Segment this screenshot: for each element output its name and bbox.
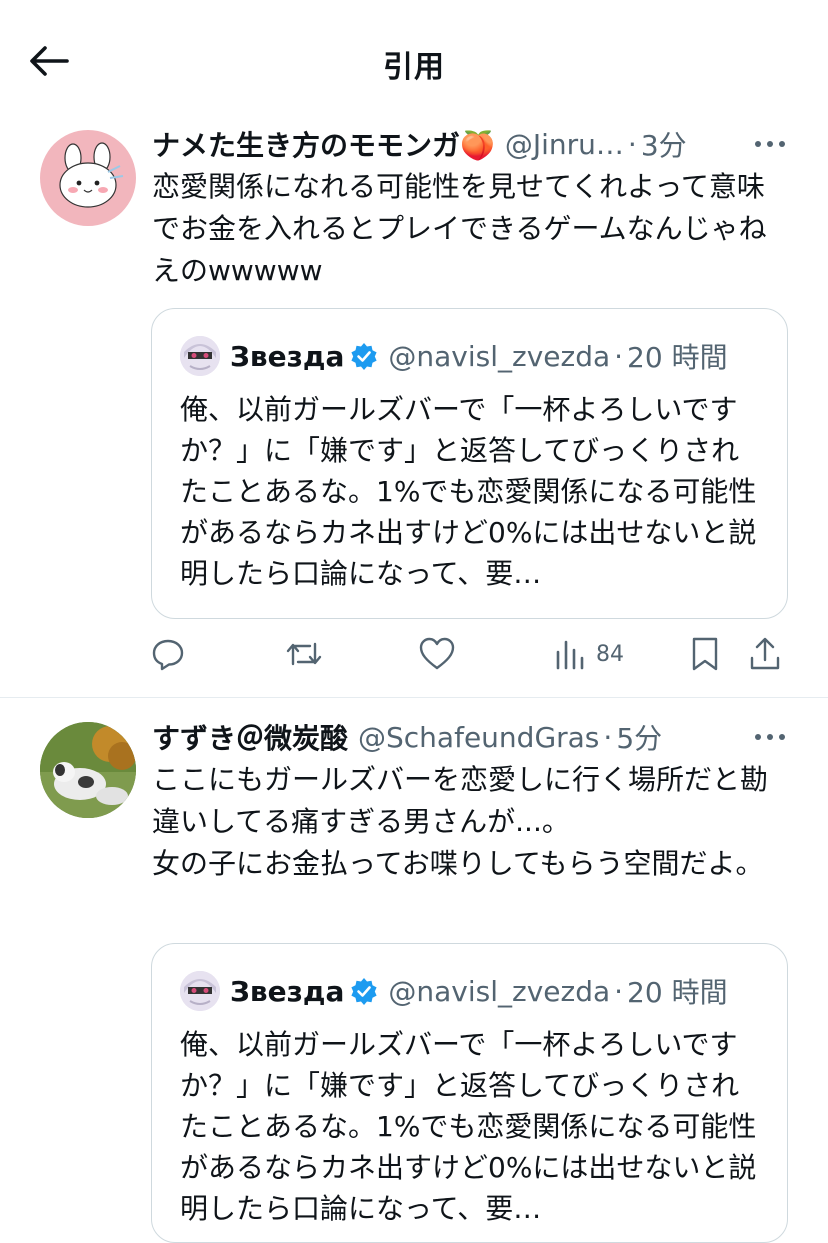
tweet-text: ここにもガールズバーを恋愛しに行く場所だと勘違いしてる痛すぎる男さんが...。 …	[152, 763, 769, 880]
separator-dot: ·	[614, 974, 624, 1008]
reply-icon	[152, 639, 184, 671]
more-dot-icon	[755, 734, 761, 740]
quoted-display-name: Звезда	[230, 339, 345, 373]
timestamp[interactable]: 5分	[616, 717, 662, 757]
tweet-header: すずき＠微炭酸 @SchafeundGras · 5分	[152, 717, 798, 757]
more-dot-icon	[755, 141, 761, 147]
timestamp[interactable]: 3分	[641, 124, 687, 164]
display-name[interactable]: すずき＠微炭酸	[152, 717, 348, 757]
more-dot-icon	[779, 734, 785, 740]
separator-dot: ·	[603, 720, 613, 754]
reply-button[interactable]	[150, 634, 186, 674]
quoted-avatar	[180, 971, 220, 1011]
tweet-actions: 84	[150, 634, 790, 674]
more-dot-icon	[779, 141, 785, 147]
quoted-display-name: Звезда	[230, 974, 345, 1008]
more-dot-icon	[767, 141, 773, 147]
retweet-icon	[286, 642, 322, 666]
views-count: 84	[596, 641, 624, 667]
quoted-user-handle: @navisl_zvezda	[388, 339, 611, 373]
verified-badge-icon	[351, 343, 377, 370]
bunny-avatar-image	[59, 142, 124, 208]
quoted-avatar	[180, 336, 220, 376]
share-icon	[750, 637, 780, 670]
tweet-text: 恋愛関係になれる可能性を見せてくれよって意味でお金を入れるとプレイできるゲームな…	[152, 170, 767, 287]
display-name[interactable]: ナメた生き方のモモンガ🍑	[152, 124, 495, 164]
avatar[interactable]	[40, 722, 136, 818]
quoted-tweet-header: Звезда @navisl_zvezda · 20 時間	[180, 336, 728, 376]
dog-avatar-image	[40, 722, 136, 818]
top-bar: 引用	[0, 0, 828, 120]
verified-badge-icon	[351, 978, 377, 1005]
views-chart-icon	[556, 640, 584, 670]
bookmark-button[interactable]	[690, 634, 720, 674]
quoted-tweet[interactable]: Звезда @navisl_zvezda · 20 時間 俺、以前ガールズバー…	[151, 943, 788, 1243]
anime-avatar-image	[180, 971, 220, 1011]
like-button[interactable]	[418, 634, 456, 674]
quoted-timestamp: 20 時間	[627, 341, 728, 374]
more-options-button[interactable]	[752, 124, 788, 164]
more-options-button[interactable]	[752, 717, 788, 757]
quoted-tweet[interactable]: Звезда @navisl_zvezda · 20 時間 俺、以前ガールズバー…	[151, 308, 788, 619]
anime-avatar-image	[180, 336, 220, 376]
tweet-header: ナメた生き方のモモンガ🍑 @Jinru… · 3分	[152, 124, 798, 164]
user-handle[interactable]: @Jinru…	[505, 128, 624, 161]
separator-dot: ·	[627, 127, 637, 161]
quoted-tweet-header: Звезда @navisl_zvezda · 20 時間	[180, 971, 728, 1011]
more-dot-icon	[767, 734, 773, 740]
quoted-timestamp: 20 時間	[627, 976, 728, 1009]
separator-dot: ·	[614, 339, 624, 373]
retweet-button[interactable]	[284, 634, 324, 674]
avatar[interactable]	[40, 130, 136, 226]
heart-icon	[419, 637, 455, 670]
share-button[interactable]	[748, 634, 782, 674]
tweet-divider	[0, 697, 828, 698]
quoted-tweet-text: 俺、以前ガールズバーで「一杯よろしいですか？」に「嫌です」と返答してびっくりされ…	[180, 393, 757, 590]
quoted-tweet-text: 俺、以前ガールズバーで「一杯よろしいですか？」に「嫌です」と返答してびっくりされ…	[180, 1028, 757, 1225]
views-button[interactable]: 84	[554, 634, 624, 674]
user-handle[interactable]: @SchafeundGras	[358, 721, 599, 754]
page-title: 引用	[383, 50, 445, 85]
bookmark-icon	[692, 637, 718, 671]
quoted-user-handle: @navisl_zvezda	[388, 974, 611, 1008]
